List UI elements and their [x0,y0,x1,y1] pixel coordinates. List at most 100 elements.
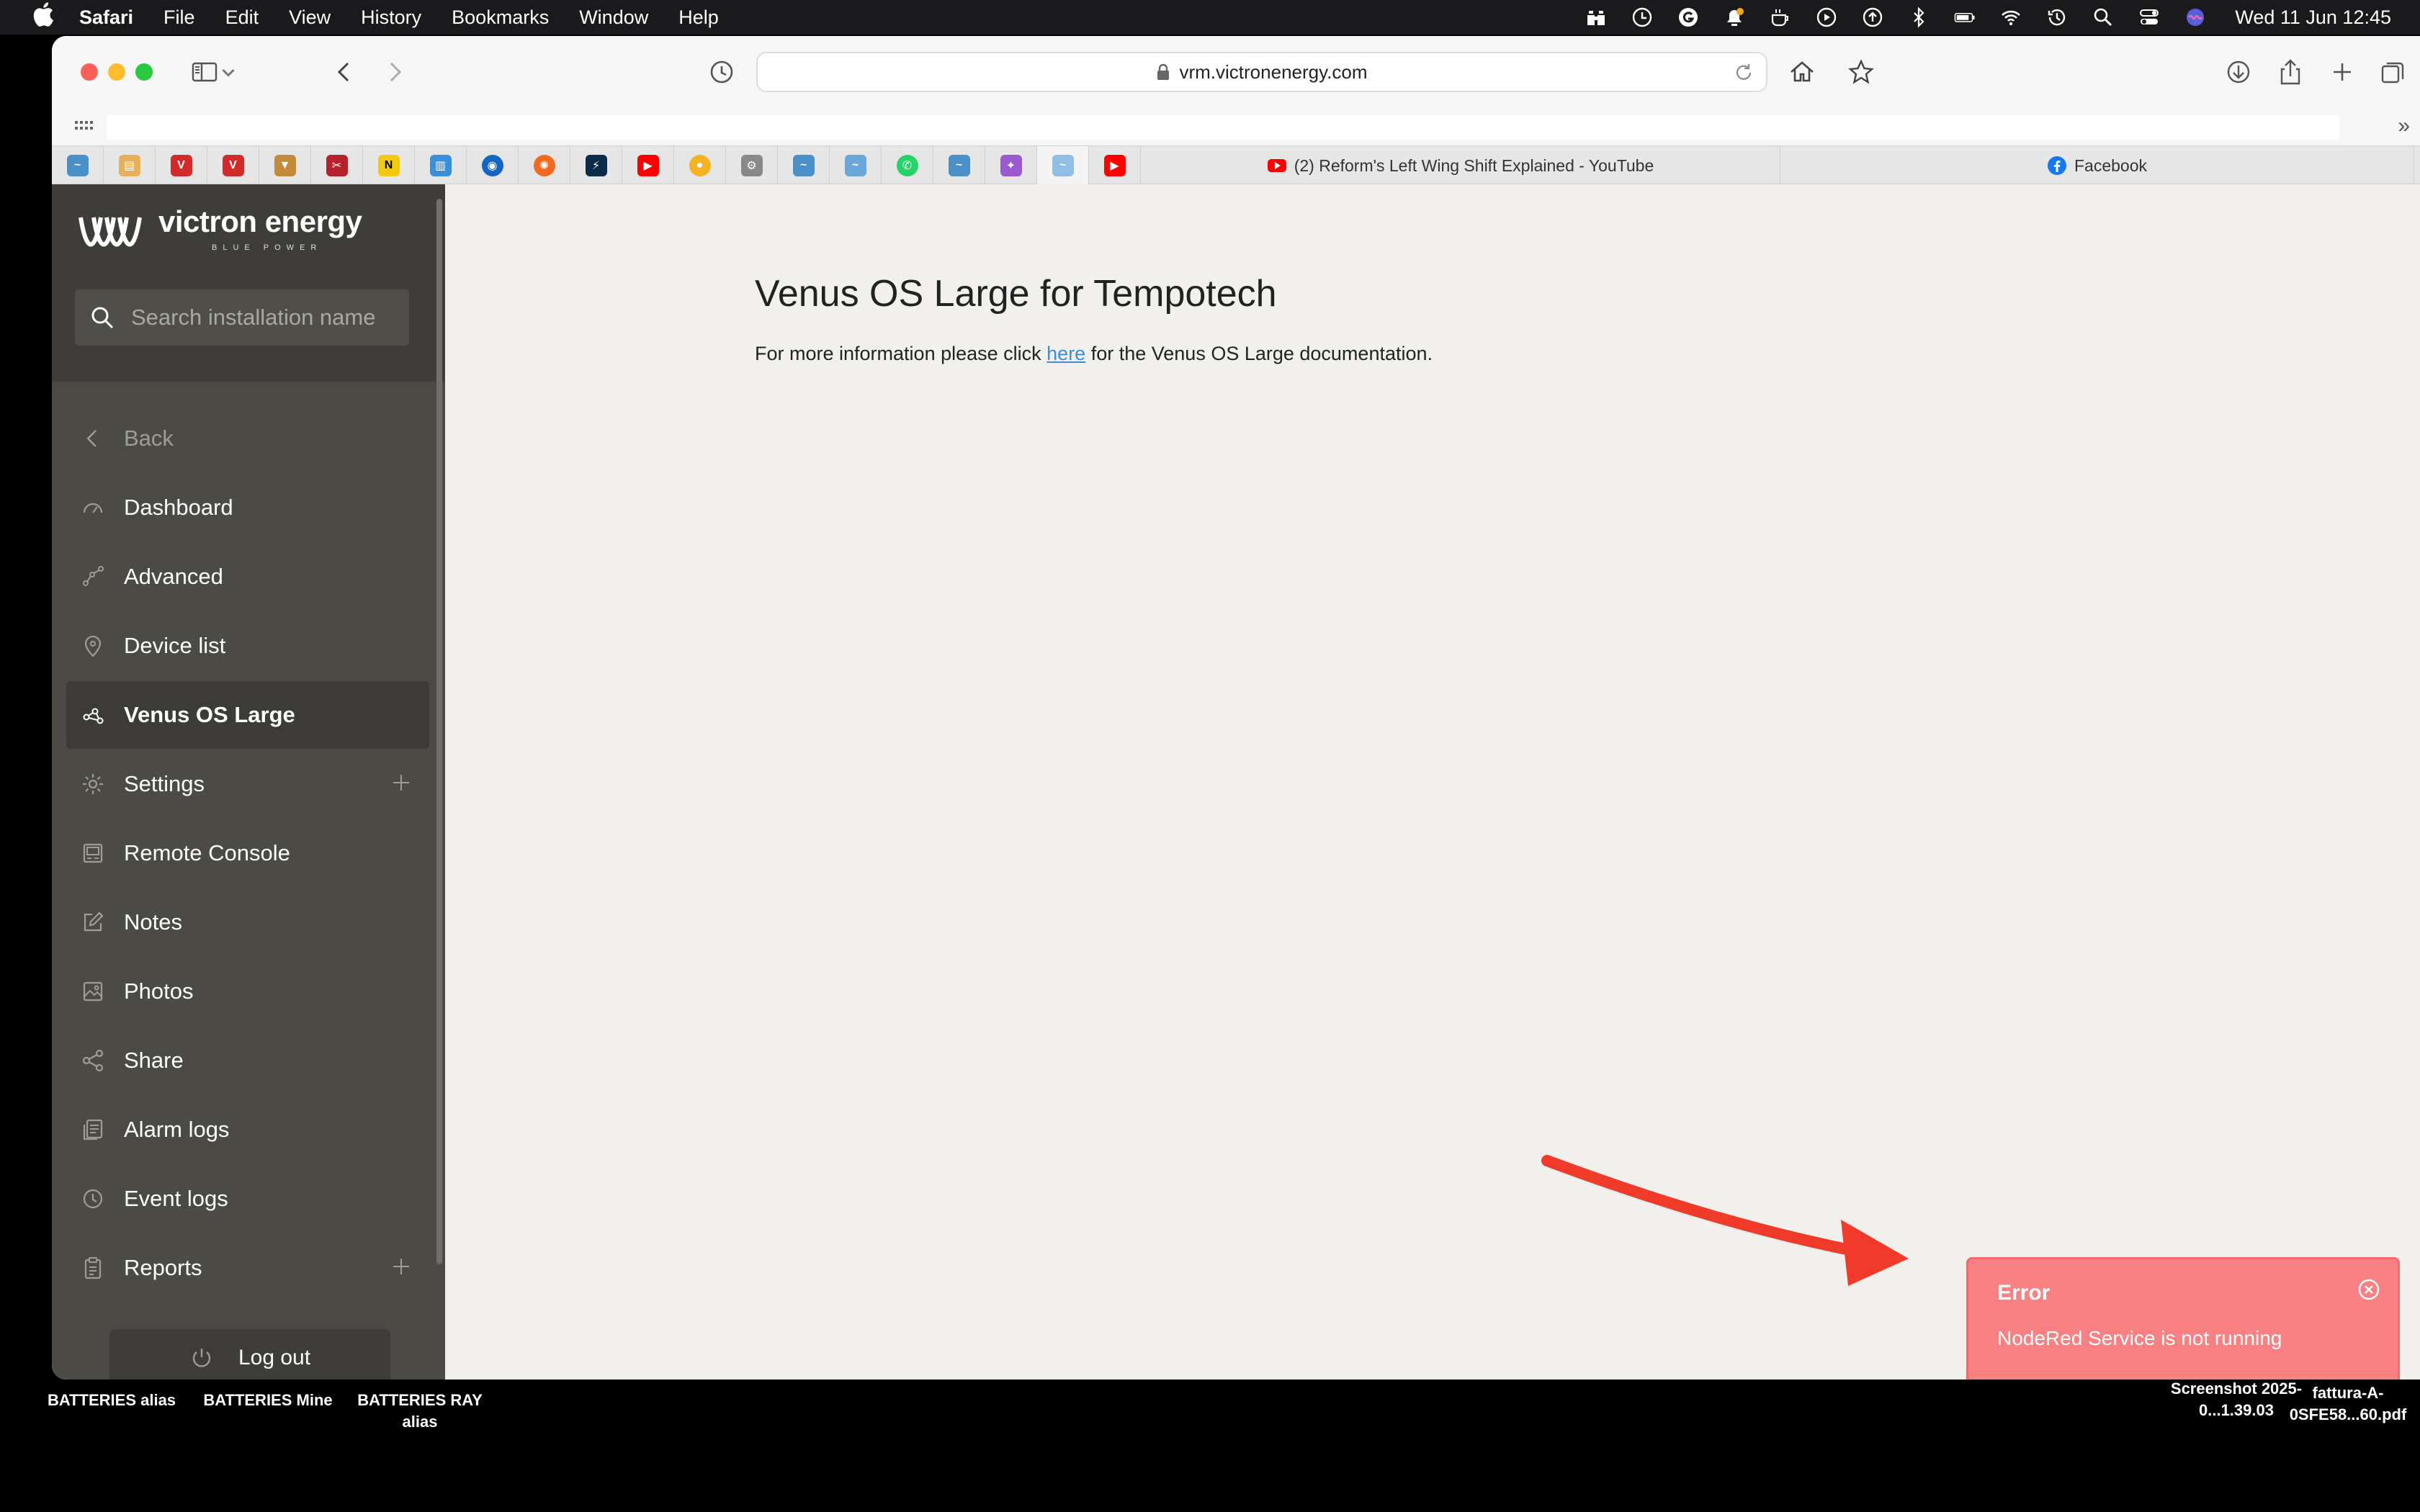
tab-overview-icon[interactable] [2375,55,2410,89]
desktop-file-label[interactable]: fattura-A-0SFE58...60.pdf [2276,1382,2420,1426]
time-machine-icon[interactable] [2046,6,2068,28]
back-arrow-icon[interactable] [327,55,362,89]
pinned-tab[interactable]: ▥ [415,146,467,185]
pinned-tab[interactable]: ✂ [311,146,363,185]
sidebar-item-share[interactable]: Share [66,1027,429,1094]
sidebar-item-photos[interactable]: Photos [66,958,429,1025]
desktop-item-label[interactable]: BATTERIES alias [36,1390,187,1411]
expand-plus-icon[interactable] [389,1254,413,1279]
downloads-icon[interactable] [2221,55,2256,89]
menu-bar-clock[interactable]: Wed 11 Jun 12:45 [2235,6,2391,29]
toast-title: Error [1997,1281,2051,1305]
expand-plus-icon[interactable] [389,770,413,795]
sidebar-item-settings[interactable]: Settings [66,750,429,818]
pinned-tab[interactable]: ◉ [467,146,519,185]
search-input[interactable] [131,305,405,330]
wifi-icon[interactable] [2000,6,2022,28]
zoom-window-button[interactable] [135,63,153,81]
pinned-tab-copilot[interactable]: ✦ [985,146,1037,185]
sidebar-item-label: Dashboard [124,495,233,520]
sidebar-item-remote-console[interactable]: Remote Console [66,819,429,887]
home-icon[interactable] [1785,55,1819,89]
tab-facebook[interactable]: Facebook [1780,146,2414,185]
pinned-tab-vox[interactable]: V [156,146,207,185]
close-icon[interactable] [2356,1277,2382,1302]
menu-app-name[interactable]: Safari [79,6,133,29]
favorites-bar: » [52,111,2420,145]
sidebar-item-reports[interactable]: Reports [66,1234,429,1302]
forward-arrow-icon[interactable] [377,55,412,89]
minimize-window-button[interactable] [108,63,125,81]
play-circle-icon[interactable] [1816,6,1837,28]
menu-view[interactable]: View [289,6,331,29]
sidebar-item-back[interactable]: Back [66,405,429,472]
pinned-tab-victron-active[interactable]: ~ [1037,146,1089,185]
pinned-tab-vox[interactable]: V [207,146,259,185]
chevron-down-icon[interactable] [218,55,239,89]
menu-history[interactable]: History [361,6,421,29]
sidebar-scrollbar[interactable] [436,199,442,1264]
sidebar-item-event-logs[interactable]: Event logs [66,1165,429,1233]
share-icon[interactable] [2273,55,2308,89]
clock-status-icon[interactable] [1631,6,1653,28]
sidebar-item-dashboard[interactable]: Dashboard [66,474,429,541]
pinned-tab-victron[interactable]: ~ [830,146,882,185]
logout-button[interactable]: Log out [109,1329,390,1380]
documentation-link[interactable]: here [1047,343,1085,364]
pinned-tab-victron[interactable]: ~ [778,146,830,185]
pinned-tab[interactable]: ✺ [519,146,570,185]
battery-icon[interactable] [1954,6,1976,28]
apps-grid-icon[interactable] [73,117,95,138]
pinned-tab-victron[interactable]: ~ [933,146,985,185]
sidebar-item-advanced[interactable]: Advanced [66,543,429,611]
pinned-tab-youtube[interactable]: ▶ [622,146,674,185]
apple-menu-icon[interactable] [29,2,58,32]
upload-circle-icon[interactable] [1862,6,1883,28]
pinned-tab[interactable]: ● [674,146,726,185]
sidebar-item-label: Venus OS Large [124,702,295,727]
notification-bell-icon[interactable] [1724,6,1745,28]
pinned-tab[interactable]: ▼ [259,146,311,185]
control-center-icon[interactable] [2138,6,2160,28]
desktop-item-label[interactable]: BATTERIES Mine [189,1390,347,1411]
menu-edit[interactable]: Edit [225,6,259,29]
menu-file[interactable]: File [163,6,195,29]
sidebar-item-label: Device list [124,633,226,658]
siri-icon[interactable] [2184,6,2206,28]
more-chevrons-icon[interactable]: » [2398,114,2410,138]
address-bar[interactable]: vrm.victronenergy.com [756,52,1767,92]
pinned-tab[interactable]: N [363,146,415,185]
pinned-tab-youtube[interactable]: ▶ [1089,146,1141,185]
reload-icon[interactable] [1733,62,1754,84]
menu-help[interactable]: Help [678,6,719,29]
sidebar-item-alarm-logs[interactable]: Alarm logs [66,1096,429,1164]
sidebar-toggle-icon[interactable] [187,55,222,89]
sidebar-item-device-list[interactable]: Device list [66,612,429,680]
tab-youtube[interactable]: (2) Reform's Left Wing Shift Explained -… [1141,146,1780,185]
installation-search[interactable] [75,289,409,346]
desktop-item-label[interactable]: BATTERIES RAY alias [346,1390,494,1433]
pinned-tab[interactable]: ▤ [104,146,156,185]
gear-favicon-icon: ⚙ [740,155,763,176]
new-tab-plus-icon[interactable] [2325,55,2360,89]
coffee-icon[interactable] [1770,6,1791,28]
victron-logo[interactable]: victron energy BLUE POWER [76,203,364,261]
pinned-tab-whatsapp[interactable]: ✆ [882,146,933,185]
menu-window[interactable]: Window [579,6,648,29]
binoculars-icon[interactable] [1585,6,1607,28]
pinned-tab[interactable]: ⚡ [570,146,622,185]
grammarly-icon[interactable] [1677,6,1699,28]
close-window-button[interactable] [81,63,98,81]
pinned-tab[interactable]: ⚙ [726,146,778,185]
n-favicon-icon: N [377,155,400,176]
sidebar-item-label: Alarm logs [124,1117,230,1142]
pinned-tab-victron[interactable]: ~ [52,146,104,185]
bookmark-star-icon[interactable] [1844,55,1878,89]
search-icon [91,307,114,329]
history-icon[interactable] [704,55,739,89]
spotlight-search-icon[interactable] [2092,6,2114,28]
sidebar-item-venus-os-large[interactable]: Venus OS Large [66,681,429,749]
sidebar-item-notes[interactable]: Notes [66,888,429,956]
menu-bookmarks[interactable]: Bookmarks [452,6,549,29]
bluetooth-icon[interactable] [1908,6,1930,28]
